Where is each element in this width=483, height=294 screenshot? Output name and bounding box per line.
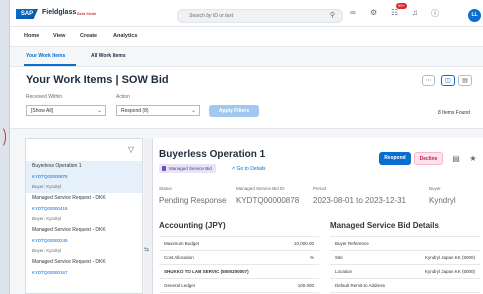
table-row: Maximum Budget 10,000.00 [159, 237, 319, 251]
action-label: Action [116, 94, 130, 100]
sap-logo[interactable]: SAP [16, 9, 38, 19]
table-row: Location Kyndryl Japan KK (5000) [330, 265, 480, 279]
star-icon[interactable]: ★ [466, 152, 480, 165]
table-row: General Ledger 100.000 [159, 279, 319, 293]
received-within-value: [Show All] [31, 108, 53, 114]
action-select[interactable]: Respond (8) ⌄ [116, 105, 200, 116]
row-key: Buyer Reference [335, 241, 369, 246]
list-item-title[interactable]: Managed Service Request - DKK [32, 259, 106, 265]
accounting-title: Accounting (JPY) [159, 221, 226, 230]
row-key: General Ledger [164, 283, 196, 288]
bid-id-label: Managed Service Bid ID [236, 186, 285, 191]
row-value: 10,000.00 [293, 241, 314, 246]
main-nav: Home View Create Analytics [10, 27, 483, 47]
notification-badge: 99+ [396, 3, 407, 9]
list-item-title[interactable]: Buyerless Operation 1 [32, 163, 81, 169]
search-icon[interactable]: ⚲ [330, 11, 335, 19]
nav-view[interactable]: View [53, 33, 65, 39]
detail-title: Buyerless Operation 1 [159, 149, 266, 160]
table-row: Buyer Reference [330, 237, 480, 251]
row-key: Site [335, 255, 343, 260]
respond-button[interactable]: Respond [379, 152, 411, 165]
row-value: Kyndryl Japan KK (5000) [424, 255, 475, 260]
table-row: SHUKKO TO LAB SERVIC (5000200007) [159, 265, 319, 279]
row-key: Location [335, 269, 353, 274]
settings-icon[interactable]: ⚙ [370, 8, 377, 17]
list-item-buyer: Buyer: Kyndryl [32, 184, 62, 189]
nav-create[interactable]: Create [80, 33, 97, 39]
filter-icon[interactable]: ▽ [128, 145, 134, 154]
list-item-buyer: Buyer: Kyndryl [32, 216, 62, 221]
nav-home[interactable]: Home [24, 33, 39, 39]
status-label: Status [159, 186, 172, 191]
list-item-title[interactable]: Managed Service Request - DKK [32, 227, 106, 233]
search-placeholder: Search by ID or text [189, 13, 234, 19]
list-item-buyer: Buyer: Kyndryl [32, 248, 62, 253]
list-item-id[interactable]: KYDTQ00000249 [32, 238, 68, 243]
user-avatar[interactable]: LL [468, 9, 481, 22]
nav-analytics[interactable]: Analytics [113, 33, 137, 39]
table-row: Site Kyndryl Japan KK (5000) [330, 251, 480, 265]
bid-id-value: KYDTQ00000878 [236, 196, 300, 205]
list-item-id[interactable]: KYDTQ00000167 [32, 270, 68, 275]
action-value: Respond (8) [121, 108, 149, 114]
page-title: Your Work Items | SOW Bid [26, 74, 169, 86]
search-field[interactable]: Search by ID or text ⚲ [177, 9, 343, 23]
managed-service-bid-tag: Managed Service Bid [159, 164, 216, 173]
chevron-down-icon: ⌄ [96, 108, 102, 114]
grid-icon[interactable]: ∞ [350, 8, 356, 17]
row-key: Cost Allocation [164, 255, 194, 260]
detail-pane: Buyerless Operation 1 Managed Service Bi… [153, 138, 483, 294]
buyer-value: Kyndryl [429, 196, 456, 205]
tab-your-work-items[interactable]: Your Work Items [26, 53, 65, 59]
row-value: % [309, 255, 314, 260]
go-to-details-link[interactable]: ↗ Go to Details [231, 166, 266, 172]
chat-icon[interactable]: ▤ [449, 152, 463, 165]
more-icon[interactable]: ⋯ [422, 75, 435, 86]
splitter-icon[interactable]: ⇆ [144, 246, 149, 253]
apps-icon[interactable]: ☷ [391, 8, 398, 17]
list-view-icon[interactable]: ▤ [458, 75, 472, 86]
status-value: Pending Response [159, 196, 227, 205]
app-frame: SAP Fieldglass Beta Mode Search by ID or… [9, 0, 483, 294]
page-header: Your Work Items | SOW Bid Received Withi… [10, 67, 483, 129]
table-row: Cost Allocation% [159, 251, 319, 265]
work-item-tabs: Your Work Items All Work Items [10, 47, 483, 67]
decline-button[interactable]: Decline [414, 152, 443, 165]
buyer-label: Buyer [429, 186, 441, 191]
active-tab-indicator [24, 64, 76, 66]
received-within-select[interactable]: [Show All] ⌄ [26, 105, 106, 116]
app-name: Fieldglass [42, 9, 77, 16]
shell-bar: SAP Fieldglass Beta Mode Search by ID or… [10, 0, 483, 27]
apply-filters-button[interactable]: Apply Filters [209, 105, 259, 117]
row-key: Maximum Budget [164, 241, 200, 246]
list-item-title[interactable]: Managed Service Request - DKK [32, 195, 106, 201]
list-item-id[interactable]: KYDTQ00000878 [32, 174, 68, 179]
row-value: Kyndryl Japan KK (5000) [424, 269, 475, 274]
chevron-down-icon: ⌄ [190, 108, 196, 114]
list-item-id[interactable]: KYDTQ00000418 [32, 206, 68, 211]
tab-all-work-items[interactable]: All Work Items [91, 53, 126, 59]
beta-mode-label: Beta Mode [77, 11, 97, 16]
help-icon[interactable]: ⓘ [431, 8, 439, 19]
received-within-label: Received Within [26, 94, 63, 100]
msbd-title: Managed Service Bid Details [330, 221, 439, 230]
row-value: 100.000 [297, 283, 314, 288]
pane-splitter[interactable]: ⇆ [144, 138, 153, 294]
msbd-table: Buyer Reference Site Kyndryl Japan KK (50… [330, 236, 480, 294]
period-label: Period [313, 186, 327, 191]
accounting-table: Maximum Budget 10,000.00 Cost Allocation%… [159, 236, 319, 294]
items-found-count: 8 Items Found [438, 110, 470, 116]
row-key: SHUKKO TO LAB SERVIC (5000200007) [164, 269, 249, 274]
bell-icon[interactable]: ♫ [412, 8, 418, 17]
work-item-list: ▽ Buyerless Operation 1 KYDTQ00000878 Bu… [25, 138, 143, 294]
split-view-icon[interactable]: ◫ [441, 75, 455, 86]
period-value: 2023-08-01 to 2023-12-31 [313, 196, 406, 205]
row-key: Default Remit-to Address [335, 283, 386, 288]
table-row: Default Remit-to Address [330, 279, 480, 293]
go-to-details-label: Go to Details [236, 166, 266, 172]
